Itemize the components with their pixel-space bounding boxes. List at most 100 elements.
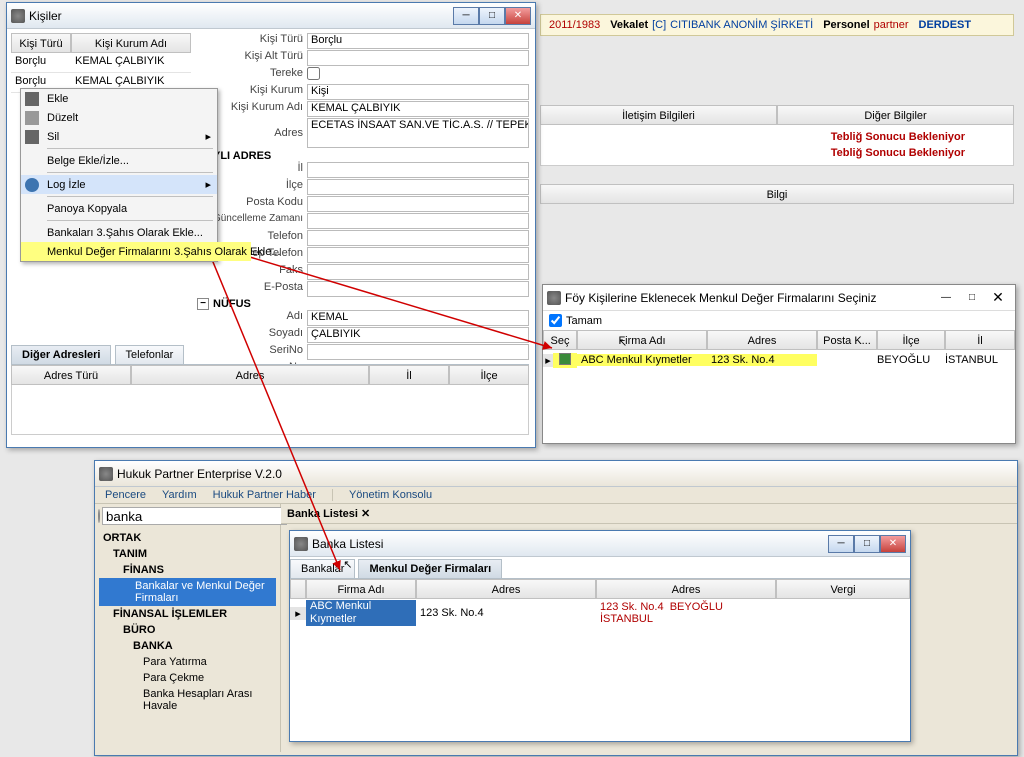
col-ilce[interactable]: İlçe: [877, 330, 945, 350]
col-firma[interactable]: Firma Adı↖: [577, 330, 707, 350]
ctx-duzelt[interactable]: Düzelt: [21, 108, 217, 127]
app-icon: [99, 467, 113, 481]
ctx-menkul[interactable]: Menkul Değer Firmalarını 3.Şahıs Olarak …: [21, 242, 251, 261]
field-kisi-kurum-adi[interactable]: KEMAL ÇALBIYIK: [307, 101, 529, 117]
field-il[interactable]: [307, 162, 529, 178]
collapse-nufus[interactable]: −: [197, 298, 209, 310]
field-posta[interactable]: [307, 196, 529, 212]
kisiler-title: Kişiler: [29, 9, 62, 23]
field-cep[interactable]: [307, 247, 529, 263]
field-eposta[interactable]: [307, 281, 529, 297]
col-il[interactable]: İl: [945, 330, 1015, 350]
field-faks[interactable]: [307, 264, 529, 280]
cursor-icon: ↖: [618, 333, 627, 353]
lbl-tamam: Tamam: [566, 315, 602, 327]
menkul-popup: Föy Kişilerine Eklenecek Menkul Değer Fi…: [542, 284, 1016, 444]
vekalet-code[interactable]: [C]: [652, 19, 666, 31]
window-icon: [547, 291, 561, 305]
col-kisi-kurum[interactable]: Kişi Kurum Adı: [71, 33, 191, 53]
col-ilce[interactable]: İlçe: [449, 365, 529, 385]
col-il[interactable]: İl: [369, 365, 449, 385]
field-kisi-kurum[interactable]: Kişi: [307, 84, 529, 100]
menkul-row[interactable]: ▸ ABC Menkul Kıymetler 123 Sk. No.4 BEYO…: [543, 350, 1015, 370]
list-tab[interactable]: Banka Listesi ✕: [287, 508, 370, 520]
tree-buro[interactable]: BÜRO: [99, 622, 276, 638]
chk-tereke[interactable]: [307, 67, 320, 80]
menu-yardim[interactable]: Yardım: [162, 489, 197, 501]
tree-tanim[interactable]: TANIM: [99, 546, 276, 562]
section-nufus: NÜFUS: [213, 298, 251, 310]
cursor-icon: ↖: [343, 558, 352, 571]
field-kisi-alt-turu[interactable]: [307, 50, 529, 66]
close-button[interactable]: ✕: [505, 7, 531, 25]
case-year: 2011/1983: [549, 19, 600, 31]
check-icon[interactable]: [559, 353, 571, 365]
tree-bankalar[interactable]: Bankalar ve Menkul Değer Firmaları: [99, 578, 276, 606]
max-button[interactable]: □: [479, 7, 505, 25]
ctx-log[interactable]: Log İzle▸: [21, 175, 217, 194]
col-adres[interactable]: Adres: [131, 365, 369, 385]
col-iletisim: İletişim Bilgileri: [540, 105, 777, 125]
field-soyadi[interactable]: ÇALBIYIK: [307, 327, 529, 343]
tree-finans[interactable]: FİNANS: [99, 562, 276, 578]
col-posta[interactable]: Posta K...: [817, 330, 877, 350]
lbl-kisi-alt-turu: Kişi Alt Türü: [197, 50, 307, 66]
tab-telefonlar[interactable]: Telefonlar: [115, 345, 185, 364]
field-gunc[interactable]: [307, 213, 529, 229]
tab-menkul[interactable]: Menkul Değer Firmaları: [358, 559, 502, 578]
chk-tamam[interactable]: [549, 314, 562, 327]
max-button[interactable]: □: [854, 535, 880, 553]
tree-ortak[interactable]: ORTAK: [99, 530, 276, 546]
field-adi[interactable]: KEMAL: [307, 310, 529, 326]
col-adres[interactable]: Adres: [416, 579, 596, 599]
menkul-title: Föy Kişilerine Eklenecek Menkul Değer Fi…: [565, 291, 876, 305]
col-vergi[interactable]: Vergi: [776, 579, 910, 599]
search-input[interactable]: [102, 507, 287, 525]
col-firma[interactable]: Firma Adı: [306, 579, 416, 599]
personel-name: partner: [874, 19, 909, 31]
min-button[interactable]: ─: [828, 535, 854, 553]
col-bilgi: Bilgi: [540, 184, 1014, 204]
ctx-belge[interactable]: Belge Ekle/İzle...: [21, 151, 217, 170]
tree-para-yatir[interactable]: Para Yatırma: [99, 654, 276, 670]
teblig-2: Tebliğ Sonucu Bekleniyor: [549, 145, 1005, 161]
field-kisi-turu[interactable]: Borçlu: [307, 33, 529, 49]
col-adres-turu[interactable]: Adres Türü: [11, 365, 131, 385]
tab-diger-adres[interactable]: Diğer Adresleri: [11, 345, 111, 364]
grid-row[interactable]: Borçlu KEMAL ÇALBIYIK: [11, 53, 191, 73]
banka-listesi-window: Banka Listesi ─ □ ✕ Bankalar↖ Menkul Değ…: [289, 530, 911, 742]
field-tel[interactable]: [307, 230, 529, 246]
plus-icon: [25, 92, 39, 106]
max-button[interactable]: □: [959, 289, 985, 307]
min-button[interactable]: ─: [453, 7, 479, 25]
col-sec[interactable]: Seç: [543, 330, 577, 350]
ctx-sil[interactable]: Sil▸: [21, 127, 217, 146]
tree-banka[interactable]: BANKA: [99, 638, 276, 654]
context-menu: Ekle Düzelt Sil▸ Belge Ekle/İzle... Log …: [20, 88, 218, 262]
window-icon: [11, 9, 25, 23]
tree-para-cek[interactable]: Para Çekme: [99, 670, 276, 686]
banka-row[interactable]: ▸ ABC Menkul Kıymetler 123 Sk. No.4 123 …: [290, 599, 910, 627]
ctx-ekle[interactable]: Ekle: [21, 89, 217, 108]
field-ilce[interactable]: [307, 179, 529, 195]
min-button[interactable]: —: [933, 289, 959, 307]
close-button[interactable]: ✕: [985, 289, 1011, 307]
tree-havale[interactable]: Banka Hesapları Arası Havale: [99, 686, 276, 714]
menu-pencere[interactable]: Pencere: [105, 489, 146, 501]
lbl-kisi-turu: Kişi Türü: [197, 33, 307, 49]
tree-fin-islem[interactable]: FİNANSAL İŞLEMLER: [99, 606, 276, 622]
minus-icon: [25, 130, 39, 144]
col-adres2[interactable]: Adres: [596, 579, 776, 599]
main-app-window: Hukuk Partner Enterprise V.2.0 Pencere Y…: [94, 460, 1018, 756]
menu-yonetim[interactable]: Yönetim Konsolu: [349, 489, 432, 501]
close-button[interactable]: ✕: [880, 535, 906, 553]
col-kisi-turu[interactable]: Kişi Türü: [11, 33, 71, 53]
col-adres[interactable]: Adres: [707, 330, 817, 350]
menu-haber[interactable]: Hukuk Partner Haber: [213, 489, 316, 501]
field-adres[interactable]: ECETAS İNSAAT SAN.VE TİC.A.S. // TEPEKUM…: [307, 118, 529, 148]
banka-title: Banka Listesi: [312, 537, 383, 551]
ctx-pano[interactable]: Panoya Kopyala: [21, 199, 217, 218]
tab-bankalar[interactable]: Bankalar↖: [290, 559, 355, 578]
col-diger: Diğer Bilgiler: [777, 105, 1014, 125]
ctx-bank[interactable]: Bankaları 3.Şahıs Olarak Ekle...: [21, 223, 217, 242]
